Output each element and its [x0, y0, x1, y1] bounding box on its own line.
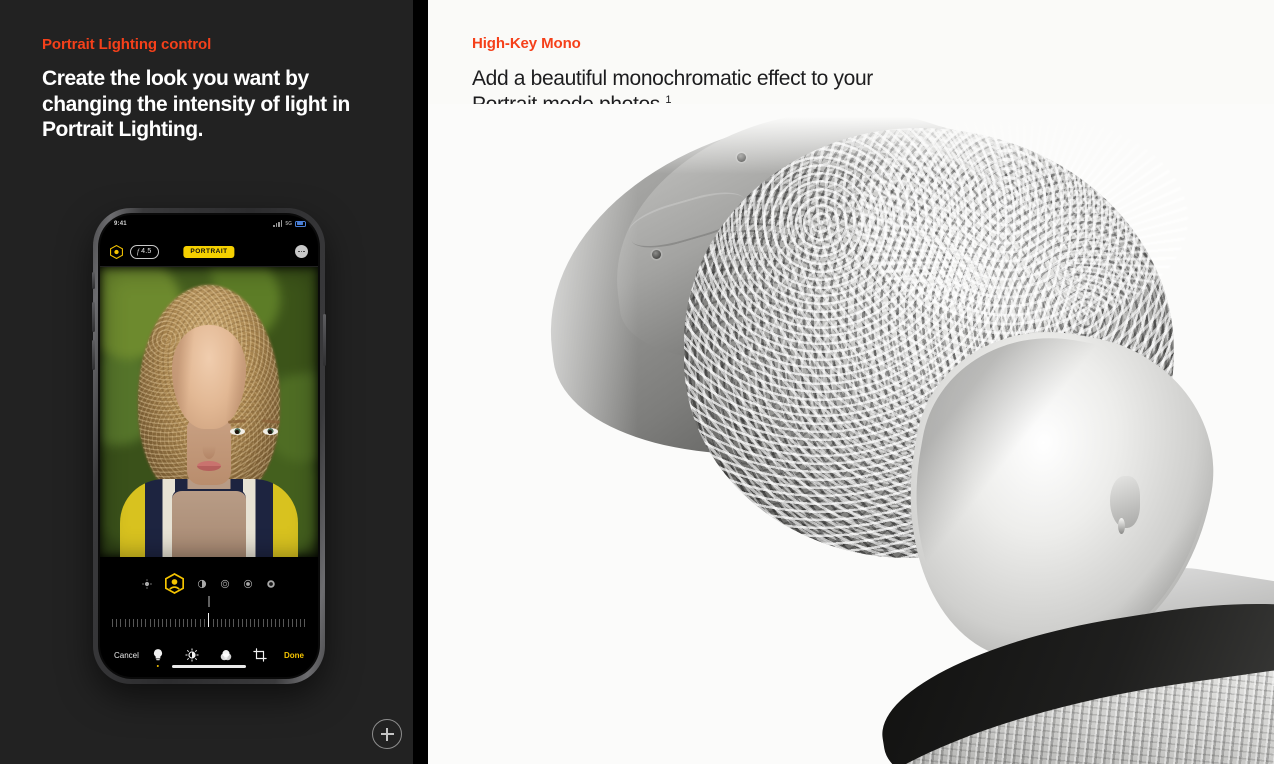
- status-indicators: 5G: [273, 220, 306, 227]
- mono-earring: [1118, 518, 1125, 534]
- filters-tool-button[interactable]: [219, 648, 233, 662]
- battery-icon: [295, 220, 306, 227]
- crop-tool-icon: [253, 648, 267, 662]
- portrait-mode-badge[interactable]: PORTRAIT: [183, 245, 235, 258]
- lighting-option-natural-light-icon[interactable]: [142, 578, 152, 589]
- phone-bezel: 9:41 5G f 4.5 PORTRAIT Cancel Done: [98, 213, 320, 679]
- portrait-lighting-hexagon-icon[interactable]: [110, 244, 123, 259]
- aperture-prefix: f: [137, 247, 140, 256]
- status-time: 9:41: [114, 221, 127, 227]
- portrait-lighting-tool-icon: [153, 649, 163, 661]
- lighting-option-stage-light-icon[interactable]: [220, 579, 230, 589]
- lighting-option-stage-light-mono-icon[interactable]: [243, 579, 253, 589]
- aperture-value: 4.5: [141, 248, 152, 255]
- lighting-mode-selector[interactable]: [100, 573, 318, 594]
- mono-top-fade: [428, 104, 1274, 174]
- done-button[interactable]: Done: [284, 651, 304, 660]
- adjust-tool-button[interactable]: [185, 648, 199, 662]
- phone-screen: 9:41 5G f 4.5 PORTRAIT Cancel Done: [100, 215, 318, 677]
- adjust-tool-icon: [185, 648, 199, 662]
- mono-ear: [1110, 476, 1140, 528]
- editor-tool-icons: [151, 648, 267, 667]
- right-panel-eyebrow: High-Key Mono: [472, 35, 581, 52]
- portrait-lighting-tool-button[interactable]: [151, 648, 165, 667]
- signal-bars-icon: [273, 220, 283, 227]
- crop-tool-button[interactable]: [253, 648, 267, 662]
- notch: [166, 215, 252, 232]
- filters-tool-icon: [220, 650, 232, 661]
- volume-up-button[interactable]: [92, 302, 95, 332]
- slider-thumb[interactable]: [207, 613, 210, 627]
- portrait-photo[interactable]: [100, 267, 318, 557]
- camera-top-bar: f 4.5 PORTRAIT: [100, 237, 318, 267]
- mute-switch[interactable]: [92, 272, 95, 289]
- mono-left-fade: [428, 104, 638, 764]
- iphone-mockup: 9:41 5G f 4.5 PORTRAIT Cancel Done: [92, 208, 326, 684]
- high-key-mono-photo: [428, 104, 1274, 764]
- aperture-control[interactable]: f 4.5: [130, 244, 159, 259]
- panel-divider: [413, 0, 428, 764]
- volume-down-button[interactable]: [92, 340, 95, 370]
- power-button[interactable]: [323, 314, 326, 366]
- home-indicator[interactable]: [172, 664, 246, 668]
- lighting-option-high-key-light-mono-icon[interactable]: [266, 579, 276, 589]
- more-options-icon[interactable]: [295, 245, 308, 258]
- photo-vignette: [100, 267, 318, 557]
- lighting-selection-indicator: [208, 596, 210, 607]
- status-bar: 9:41 5G: [100, 215, 318, 237]
- left-panel-eyebrow: Portrait Lighting control: [42, 36, 212, 53]
- intensity-slider[interactable]: [112, 611, 306, 627]
- lighting-option-contour-light-icon[interactable]: [197, 579, 207, 589]
- lighting-option-studio-light-icon[interactable]: [165, 573, 184, 594]
- network-label: 5G: [285, 220, 292, 227]
- page-root: Portrait Lighting control Create the loo…: [0, 0, 1274, 764]
- left-panel-headline: Create the look you want by changing the…: [42, 67, 350, 142]
- add-detail-button[interactable]: [372, 719, 402, 749]
- portrait-lighting-panel: Portrait Lighting control Create the loo…: [0, 0, 413, 764]
- high-key-mono-panel: High-Key Mono Add a beautiful monochroma…: [428, 0, 1274, 764]
- photo-inner: [100, 267, 318, 557]
- cancel-button[interactable]: Cancel: [114, 651, 139, 660]
- hat-grommet: [652, 250, 661, 259]
- tool-active-indicator: [156, 664, 160, 667]
